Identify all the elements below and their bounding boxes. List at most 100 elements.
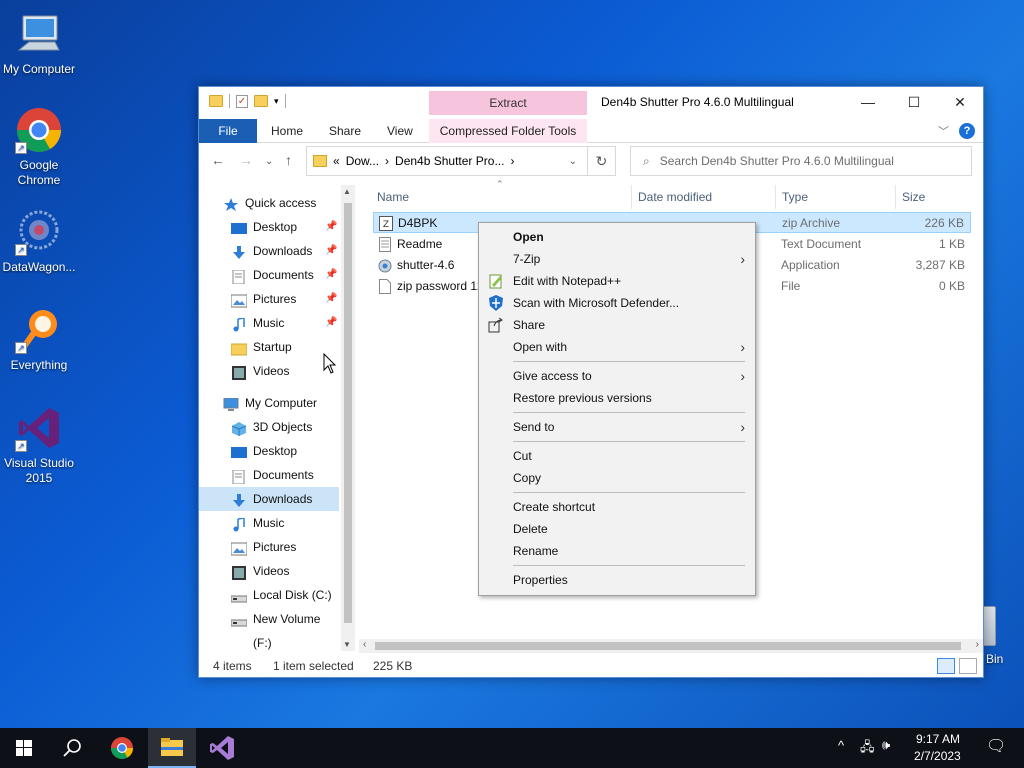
scroll-right-arrow[interactable]: › — [976, 639, 979, 650]
navigation-pane[interactable]: Quick access Desktop 📌 Downloads 📌 Documents 📌… — [199, 185, 341, 651]
column-header-type[interactable]: Type — [782, 185, 808, 209]
menu-item-cut[interactable]: Cut — [479, 445, 755, 467]
minimize-button[interactable]: — — [845, 87, 891, 117]
forward-arrow-icon[interactable]: → — [239, 152, 253, 168]
breadcrumb-overflow[interactable]: « — [333, 154, 340, 168]
nav-item-startup[interactable]: Startup — [199, 335, 339, 359]
nav-item-videos[interactable]: Videos — [199, 359, 339, 383]
scroll-up-arrow[interactable]: ▲ — [343, 187, 351, 196]
menu-item-label: Open with — [513, 340, 568, 354]
nav-item-videos[interactable]: Videos — [199, 559, 339, 583]
menu-item-share[interactable]: Share — [479, 314, 755, 336]
help-icon[interactable]: ? — [959, 123, 975, 139]
volume-icon[interactable]: 🕪 — [882, 737, 890, 753]
menu-item-edit-with-notepad[interactable]: Edit with Notepad++ — [479, 270, 755, 292]
desktop-icon-datawagon[interactable]: ↗ DataWagon... — [0, 208, 78, 275]
nav-item-music[interactable]: Music — [199, 511, 339, 535]
nav-item-pictures[interactable]: Pictures 📌 — [199, 287, 339, 311]
menu-item-7-zip[interactable]: 7-Zip › — [479, 248, 755, 270]
details-view-button[interactable] — [937, 658, 955, 674]
search-box[interactable]: ⌕ Search Den4b Shutter Pro 4.6.0 Multili… — [630, 146, 972, 176]
column-header-name[interactable]: Name — [377, 185, 409, 209]
new-folder-icon[interactable] — [254, 95, 268, 107]
network-icon[interactable]: 🖧 — [860, 738, 875, 760]
title-bar[interactable]: ✓ ▾ Extract Den4b Shutter Pro 4.6.0 Mult… — [199, 87, 983, 119]
nav-item-pictures[interactable]: Pictures — [199, 535, 339, 559]
menu-item-give-access-to[interactable]: Give access to › — [479, 365, 755, 387]
column-divider[interactable] — [895, 185, 896, 209]
column-header-date-modified[interactable]: Date modified — [638, 185, 712, 209]
column-divider[interactable] — [631, 185, 632, 209]
drive-icon — [230, 612, 248, 627]
nav-item-local-disk-c[interactable]: Local Disk (C:) — [199, 583, 339, 607]
nav-pane-scrollbar[interactable]: ▲ ▼ — [341, 185, 355, 651]
tab-home[interactable]: Home — [257, 119, 317, 143]
breadcrumb-downloads[interactable]: Dow... — [346, 154, 379, 168]
tab-view[interactable]: View — [373, 119, 427, 143]
file-list-horizontal-scrollbar[interactable]: ‹ › — [359, 639, 983, 653]
menu-item-copy[interactable]: Copy — [479, 467, 755, 489]
address-dropdown-icon[interactable]: ⌄ — [569, 156, 577, 167]
close-button[interactable]: ✕ — [937, 87, 983, 117]
menu-item-create-shortcut[interactable]: Create shortcut — [479, 496, 755, 518]
menu-item-rename[interactable]: Rename — [479, 540, 755, 562]
menu-item-open-with[interactable]: Open with › — [479, 336, 755, 358]
nav-item-quick-access[interactable]: Quick access — [199, 191, 339, 215]
tab-file[interactable]: File — [199, 119, 257, 143]
clock-date[interactable]: 2/7/2023 — [914, 749, 961, 763]
expand-ribbon-icon[interactable]: ﹀ — [938, 123, 949, 139]
scroll-down-arrow[interactable]: ▼ — [343, 640, 351, 649]
up-arrow-icon[interactable]: ↑ — [285, 152, 292, 168]
breadcrumb-current-folder[interactable]: Den4b Shutter Pro... — [395, 154, 504, 168]
taskbar-chrome[interactable] — [98, 728, 146, 768]
pin-icon: 📌 — [325, 221, 338, 232]
submenu-arrow-icon: › — [740, 419, 745, 435]
menu-item-send-to[interactable]: Send to › — [479, 416, 755, 438]
address-bar[interactable]: « Dow... › Den4b Shutter Pro... › ⌄ — [306, 146, 588, 176]
clock-time[interactable]: 9:17 AM — [916, 732, 960, 746]
taskbar-search-button[interactable] — [48, 728, 96, 768]
recent-locations-icon[interactable]: ⌄ — [265, 156, 273, 167]
menu-item-delete[interactable]: Delete — [479, 518, 755, 540]
nav-item-downloads[interactable]: Downloads 📌 — [199, 239, 339, 263]
nav-item-desktop[interactable]: Desktop — [199, 439, 339, 463]
search-icon: ⌕ — [643, 153, 650, 168]
desktop-icon-visual-studio[interactable]: ↗ Visual Studio 2015 — [0, 404, 78, 486]
menu-item-scan-with-microsoft-defender[interactable]: Scan with Microsoft Defender... — [479, 292, 755, 314]
menu-item-restore-previous-versions[interactable]: Restore previous versions — [479, 387, 755, 409]
back-arrow-icon[interactable]: ← — [211, 152, 225, 168]
nav-item-3d-objects[interactable]: 3D Objects — [199, 415, 339, 439]
desktop-icon-my-computer[interactable]: My Computer — [0, 10, 78, 77]
nav-item-downloads[interactable]: Downloads — [199, 487, 339, 511]
taskbar-visual-studio[interactable] — [198, 728, 246, 768]
taskbar-file-explorer[interactable] — [148, 728, 196, 768]
menu-item-properties[interactable]: Properties — [479, 569, 755, 591]
tab-compressed-folder-tools[interactable]: Compressed Folder Tools — [429, 119, 587, 143]
nav-item-desktop[interactable]: Desktop 📌 — [199, 215, 339, 239]
large-icons-view-button[interactable] — [959, 658, 977, 674]
scrollbar-thumb[interactable] — [375, 642, 961, 650]
column-header-size[interactable]: Size — [902, 185, 925, 209]
show-hidden-icons-icon[interactable]: ^ — [838, 738, 844, 753]
properties-icon[interactable]: ✓ — [236, 94, 248, 108]
menu-item-open[interactable]: Open — [479, 226, 755, 248]
desktop-icon-everything[interactable]: ↗ Everything — [0, 306, 78, 373]
nav-item-music[interactable]: Music 📌 — [199, 311, 339, 335]
refresh-button[interactable]: ↻ — [588, 146, 616, 176]
installer-icon — [378, 258, 392, 273]
desktop-icon-chrome[interactable]: ↗ Google Chrome — [0, 106, 78, 188]
nav-item-documents[interactable]: Documents — [199, 463, 339, 487]
nav-item-my-computer[interactable]: My Computer — [199, 391, 339, 415]
tab-share[interactable]: Share — [315, 119, 375, 143]
scrollbar-thumb[interactable] — [344, 203, 352, 623]
customize-toolbar-icon[interactable]: ▾ — [274, 96, 279, 107]
nav-item-new-volume-f[interactable]: New Volume (F:) — [199, 607, 339, 650]
extract-context-tab[interactable]: Extract — [429, 91, 587, 115]
start-button[interactable] — [0, 728, 48, 768]
notifications-icon[interactable]: 🗨 — [986, 736, 1006, 756]
scroll-left-arrow[interactable]: ‹ — [363, 639, 366, 650]
column-divider[interactable] — [775, 185, 776, 209]
maximize-button[interactable]: ☐ — [891, 87, 937, 117]
nav-item-documents[interactable]: Documents 📌 — [199, 263, 339, 287]
documents-icon — [231, 268, 247, 285]
